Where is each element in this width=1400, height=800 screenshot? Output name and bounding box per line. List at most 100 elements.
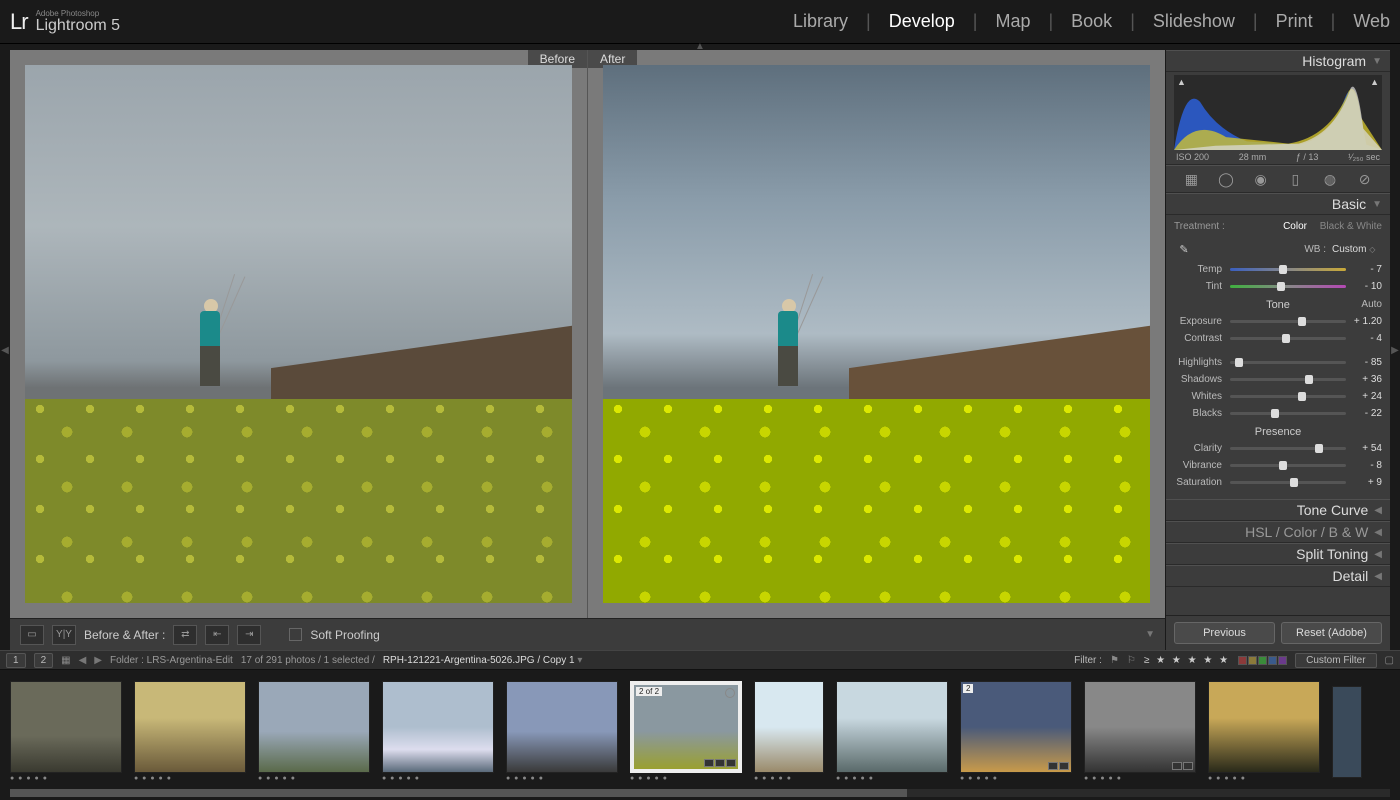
vibrance-value[interactable]: - 8 — [1350, 460, 1382, 471]
brush-tool-icon[interactable]: ⊘ — [1354, 169, 1376, 189]
thumb-rating[interactable]: ● ● ● ● ● — [960, 775, 998, 782]
thumbnail[interactable] — [258, 681, 370, 773]
module-develop[interactable]: Develop — [889, 11, 955, 32]
thumbnail[interactable] — [134, 681, 246, 773]
custom-filter-dropdown[interactable]: Custom Filter — [1295, 653, 1376, 668]
saturation-value[interactable]: + 9 — [1350, 477, 1382, 488]
thumbnail[interactable] — [836, 681, 948, 773]
reset-button[interactable]: Reset (Adobe) — [1281, 622, 1382, 644]
thumbnail[interactable] — [1084, 681, 1196, 773]
clipping-right-icon[interactable]: ▲ — [1370, 77, 1379, 87]
exposure-slider[interactable] — [1230, 320, 1346, 323]
whites-slider[interactable] — [1230, 395, 1346, 398]
shadows-slider[interactable] — [1230, 378, 1346, 381]
nav-back-icon[interactable]: ◀ — [79, 655, 87, 666]
left-panel-expander-icon[interactable]: ◀ — [0, 50, 10, 650]
copy-after-button[interactable]: ⇥ — [237, 625, 261, 645]
thumb-rating[interactable]: ● ● ● ● ● — [506, 775, 544, 782]
thumb-rating[interactable]: ● ● ● ● ● — [630, 775, 668, 782]
clipping-left-icon[interactable]: ▲ — [1177, 77, 1186, 87]
temp-slider[interactable] — [1230, 268, 1346, 271]
hsl-header[interactable]: HSL / Color / B & W◀ — [1166, 521, 1390, 543]
wb-dropdown[interactable]: Custom ◇ — [1332, 244, 1382, 255]
treatment-color[interactable]: Color — [1283, 221, 1307, 232]
contrast-slider[interactable] — [1230, 337, 1346, 340]
thumb-rating[interactable]: ● ● ● ● ● — [1208, 775, 1246, 782]
contrast-value[interactable]: - 4 — [1350, 333, 1382, 344]
tint-slider[interactable] — [1230, 285, 1346, 288]
radial-filter-icon[interactable]: ◍ — [1319, 169, 1341, 189]
thumbnail[interactable] — [506, 681, 618, 773]
treatment-bw[interactable]: Black & White — [1320, 221, 1382, 232]
module-library[interactable]: Library — [793, 11, 848, 32]
swap-before-after-button[interactable]: ⇄ — [173, 625, 197, 645]
filmstrip-scrollbar[interactable] — [10, 789, 1390, 797]
vibrance-slider[interactable] — [1230, 464, 1346, 467]
compare-view-button[interactable]: Y|Y — [52, 625, 76, 645]
module-map[interactable]: Map — [995, 11, 1030, 32]
clarity-slider[interactable] — [1230, 447, 1346, 450]
screen-2-button[interactable]: 2 — [34, 653, 54, 668]
exposure-value[interactable]: + 1.20 — [1350, 316, 1382, 327]
clarity-value[interactable]: + 54 — [1350, 443, 1382, 454]
blacks-slider[interactable] — [1230, 412, 1346, 415]
histogram[interactable]: ▲ ▲ — [1174, 75, 1382, 150]
detail-header[interactable]: Detail◀ — [1166, 565, 1390, 587]
spot-tool-icon[interactable]: ◯ — [1215, 169, 1237, 189]
nav-fwd-icon[interactable]: ▶ — [94, 655, 102, 666]
saturation-slider[interactable] — [1230, 481, 1346, 484]
color-label-filter[interactable] — [1238, 656, 1287, 665]
thumbnail[interactable] — [1332, 686, 1362, 778]
highlights-value[interactable]: - 85 — [1350, 357, 1382, 368]
filter-lock-icon[interactable]: ▢ — [1385, 655, 1394, 666]
thumb-rating[interactable]: ● ● ● ● ● — [1084, 775, 1122, 782]
copy-before-button[interactable]: ⇤ — [205, 625, 229, 645]
thumbnail[interactable]: 2 — [960, 681, 1072, 773]
quick-collection-icon[interactable] — [725, 688, 735, 698]
thumbnail-selected[interactable]: 2 of 2 — [630, 681, 742, 773]
before-pane[interactable]: Before — [10, 50, 587, 618]
temp-value[interactable]: - 7 — [1350, 264, 1382, 275]
thumb-rating[interactable]: ● ● ● ● ● — [258, 775, 296, 782]
grad-filter-icon[interactable]: ▯ — [1284, 169, 1306, 189]
thumb-rating[interactable]: ● ● ● ● ● — [754, 775, 792, 782]
basic-header[interactable]: Basic ▼ — [1166, 193, 1390, 215]
rating-filter[interactable]: ≥ ★ ★ ★ ★ ★ — [1144, 655, 1230, 666]
previous-button[interactable]: Previous — [1174, 622, 1275, 644]
soft-proofing-checkbox[interactable] — [289, 628, 302, 641]
highlights-slider[interactable] — [1230, 361, 1346, 364]
auto-tone-button[interactable]: Auto — [1361, 299, 1382, 310]
thumb-rating[interactable]: ● ● ● ● ● — [836, 775, 874, 782]
filmstrip[interactable]: ● ● ● ● ● ● ● ● ● ● ● ● ● ● ● ● ● ● ● ● … — [0, 670, 1400, 789]
module-web[interactable]: Web — [1353, 11, 1390, 32]
flag-pick-icon[interactable]: ⚑ — [1110, 655, 1119, 666]
tint-value[interactable]: - 10 — [1350, 281, 1382, 292]
after-pane[interactable]: After — [587, 50, 1165, 618]
module-slideshow[interactable]: Slideshow — [1153, 11, 1235, 32]
whites-value[interactable]: + 24 — [1350, 391, 1382, 402]
folder-name[interactable]: LRS-Argentina-Edit — [147, 655, 233, 666]
thumb-rating[interactable]: ● ● ● ● ● — [382, 775, 420, 782]
thumbnail[interactable] — [1208, 681, 1320, 773]
module-print[interactable]: Print — [1276, 11, 1313, 32]
thumbnail[interactable] — [382, 681, 494, 773]
shadows-value[interactable]: + 36 — [1350, 374, 1382, 385]
blacks-value[interactable]: - 22 — [1350, 408, 1382, 419]
thumbnail[interactable] — [10, 681, 122, 773]
toolbar-expand-icon[interactable]: ▼ — [1145, 629, 1155, 640]
thumbnail[interactable] — [754, 681, 824, 773]
thumb-rating[interactable]: ● ● ● ● ● — [10, 775, 48, 782]
screen-1-button[interactable]: 1 — [6, 653, 26, 668]
redeye-tool-icon[interactable]: ◉ — [1250, 169, 1272, 189]
right-panel-expander-icon[interactable]: ▶ — [1390, 50, 1400, 650]
flag-reject-icon[interactable]: ⚐ — [1127, 655, 1136, 666]
module-book[interactable]: Book — [1071, 11, 1112, 32]
histogram-header[interactable]: Histogram ▼ — [1166, 50, 1390, 72]
wb-eyedropper-icon[interactable]: ✎ — [1174, 239, 1194, 259]
loupe-view-button[interactable]: ▭ — [20, 625, 44, 645]
split-toning-header[interactable]: Split Toning◀ — [1166, 543, 1390, 565]
grid-icon[interactable]: ▦ — [61, 655, 70, 666]
thumb-rating[interactable]: ● ● ● ● ● — [134, 775, 172, 782]
tone-curve-header[interactable]: Tone Curve◀ — [1166, 499, 1390, 521]
crop-tool-icon[interactable]: ▦ — [1180, 169, 1202, 189]
